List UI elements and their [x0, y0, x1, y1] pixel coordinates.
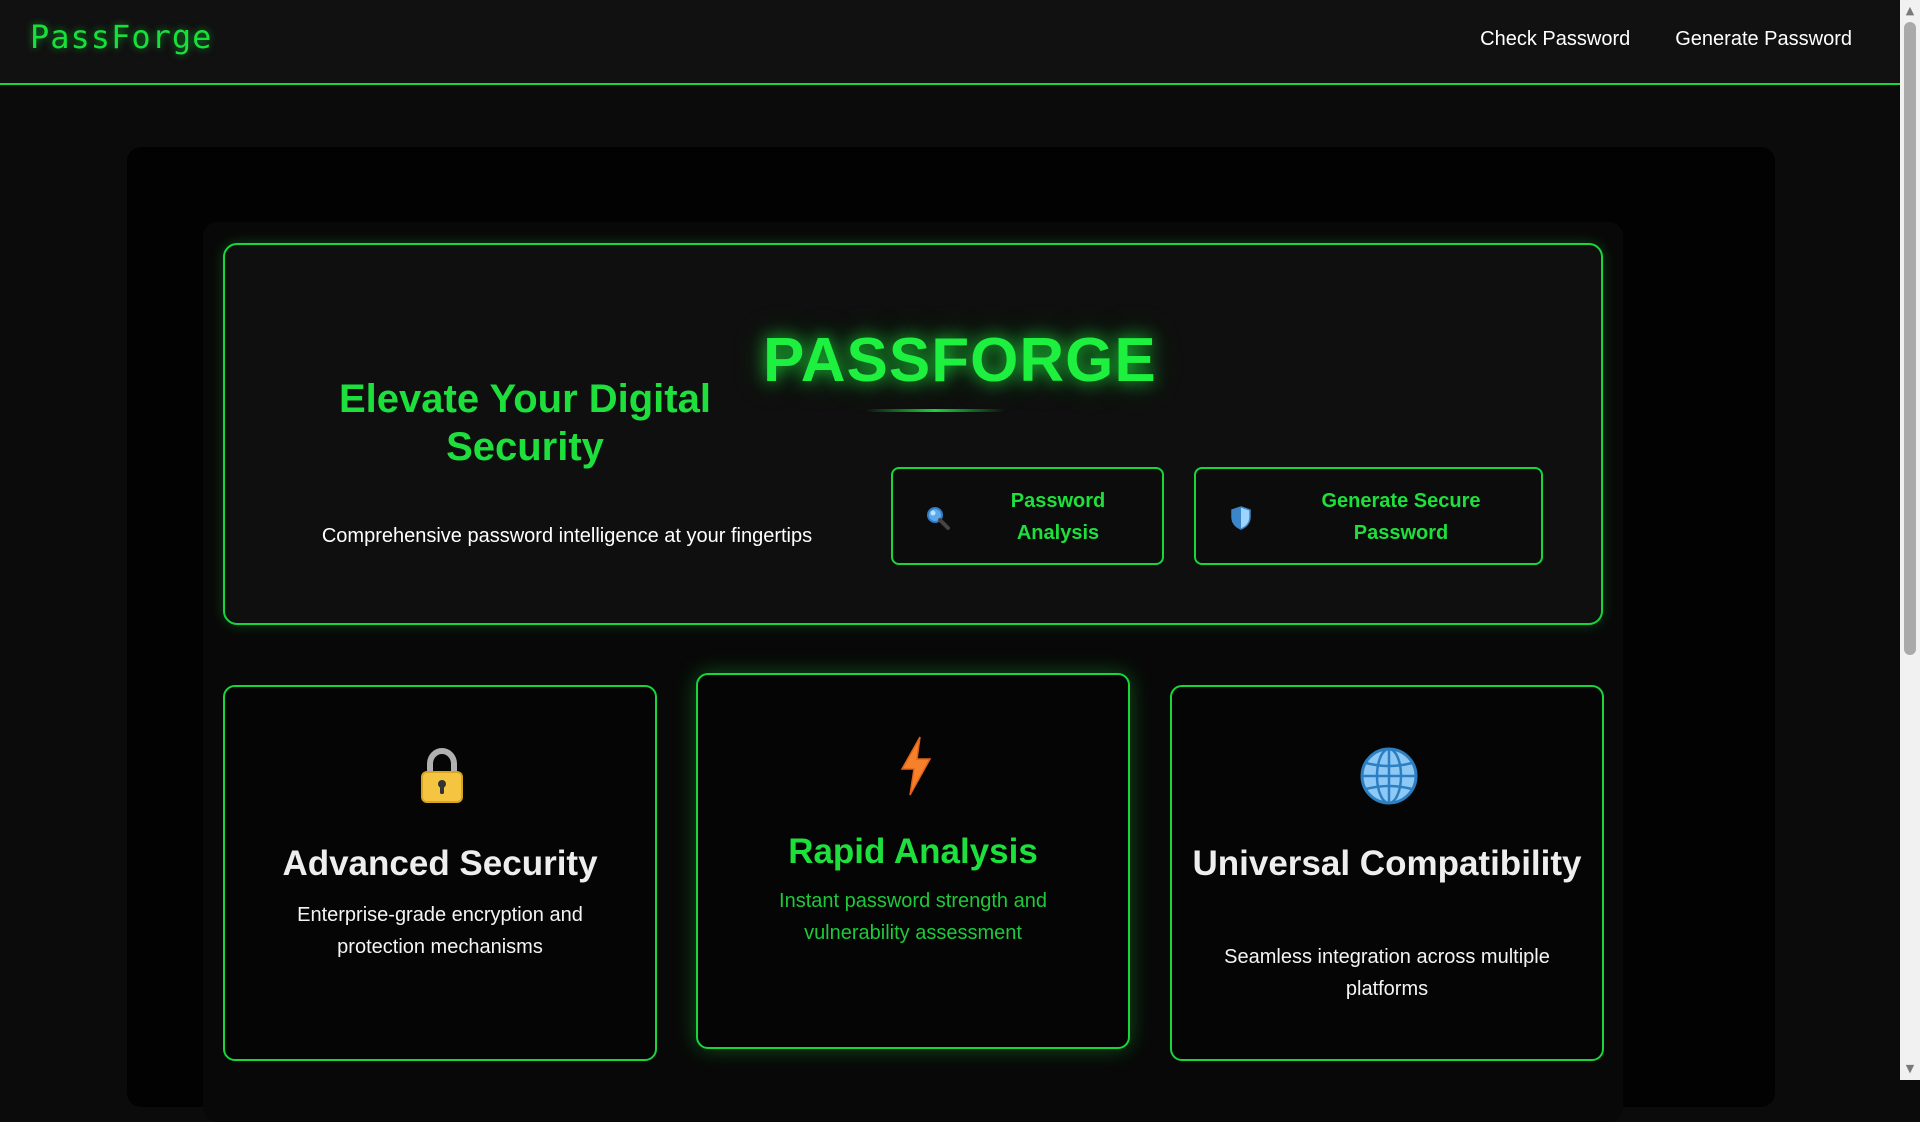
- hero-card: PASSFORGE Elevate Your Digital Security …: [223, 243, 1603, 625]
- password-analysis-button[interactable]: Password Analysis: [891, 467, 1164, 565]
- lock-icon: [421, 747, 463, 803]
- nav-links: Check Password Generate Password: [1480, 28, 1852, 51]
- feature-title: Advanced Security: [282, 844, 598, 883]
- feature-description: Seamless integration across multiple pla…: [1224, 946, 1550, 1000]
- hero-subtitle: Comprehensive password intelligence at y…: [321, 525, 813, 547]
- feature-description: Instant password strength and vulnerabil…: [779, 890, 1047, 944]
- hero-brand-title: PASSFORGE: [763, 326, 1157, 395]
- feature-card-analysis: Rapid Analysis Instant password strength…: [696, 673, 1130, 1049]
- top-navbar: PassForge Check Password Generate Passwo…: [0, 0, 1900, 85]
- feature-title: Universal Compatibility: [1192, 844, 1582, 883]
- generate-secure-password-label: Generate Secure Password: [1321, 490, 1481, 544]
- feature-card-compatibility: Universal Compatibility Seamless integra…: [1170, 685, 1604, 1061]
- feature-title: Rapid Analysis: [788, 832, 1038, 871]
- hero-headline: Elevate Your Digital Security: [339, 377, 711, 469]
- password-analysis-label: Password Analysis: [1010, 490, 1106, 544]
- lightning-icon: [900, 736, 932, 796]
- globe-icon: [1360, 747, 1418, 805]
- scrollbar-thumb[interactable]: [1904, 22, 1916, 655]
- feature-card-security: Advanced Security Enterprise-grade encry…: [223, 685, 657, 1061]
- page-scrollbar[interactable]: ▲ ▼: [1900, 0, 1920, 1080]
- shield-icon: [1231, 506, 1251, 530]
- magnifier-icon: [927, 507, 950, 530]
- hero-title-underline: [865, 409, 1005, 412]
- feature-description: Enterprise-grade encryption and protecti…: [297, 904, 583, 958]
- nav-link-generate-password[interactable]: Generate Password: [1675, 28, 1852, 51]
- scroll-up-icon[interactable]: ▲: [1900, 2, 1920, 20]
- scroll-down-icon[interactable]: ▼: [1900, 1060, 1920, 1078]
- generate-secure-password-button[interactable]: Generate Secure Password: [1194, 467, 1543, 565]
- nav-link-check-password[interactable]: Check Password: [1480, 28, 1630, 51]
- brand-logo-link[interactable]: PassForge: [30, 18, 212, 56]
